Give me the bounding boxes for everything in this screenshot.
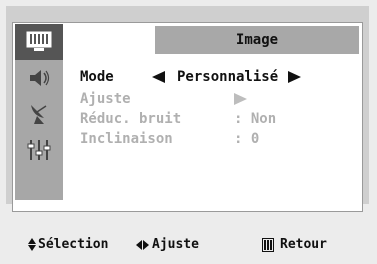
submenu-arrow-icon <box>234 93 247 105</box>
help-adjust: Ajuste <box>136 237 199 252</box>
menu-row-ajuste: Ajuste <box>80 90 247 108</box>
help-select: Sélection <box>28 237 108 252</box>
help-bar: Sélection Ajuste Retour <box>0 226 377 264</box>
antenna-icon[interactable] <box>15 96 63 132</box>
mode-label: Mode <box>80 69 114 85</box>
inclinaison-label: Inclinaison <box>80 131 173 147</box>
reduc-bruit-label: Réduc. bruit <box>80 111 182 127</box>
inclinaison-value: : 0 <box>234 131 260 147</box>
empty-icon-slot <box>15 168 63 204</box>
mode-value: Personnalisé <box>177 69 279 85</box>
return-label: Retour <box>280 237 327 252</box>
menu-row-inclinaison: Inclinaison : 0 <box>80 130 259 148</box>
menu-button-icon <box>262 237 274 252</box>
sound-icon[interactable] <box>15 60 63 96</box>
adjust-label: Ajuste <box>152 237 199 252</box>
arrow-left-icon[interactable] <box>152 71 165 83</box>
menu-row-reduc-bruit: Réduc. bruit : Non <box>80 110 276 128</box>
picture-menu-icon[interactable] <box>15 24 63 60</box>
ajuste-label: Ajuste <box>80 91 131 107</box>
reduc-bruit-value: : Non <box>234 111 277 127</box>
setup-sliders-icon[interactable] <box>15 132 63 168</box>
tv-osd-screen: Image Mode Personnalisé Ajuste Réduc. br… <box>0 0 377 264</box>
up-down-icon <box>28 238 36 251</box>
arrow-right-icon[interactable] <box>288 71 302 83</box>
menu-icon-column <box>15 24 63 200</box>
select-label: Sélection <box>38 237 109 252</box>
left-right-icon <box>136 239 149 250</box>
menu-row-mode[interactable]: Mode Personnalisé <box>80 68 302 86</box>
menu-title: Image <box>155 26 359 54</box>
help-return: Retour <box>262 237 327 252</box>
